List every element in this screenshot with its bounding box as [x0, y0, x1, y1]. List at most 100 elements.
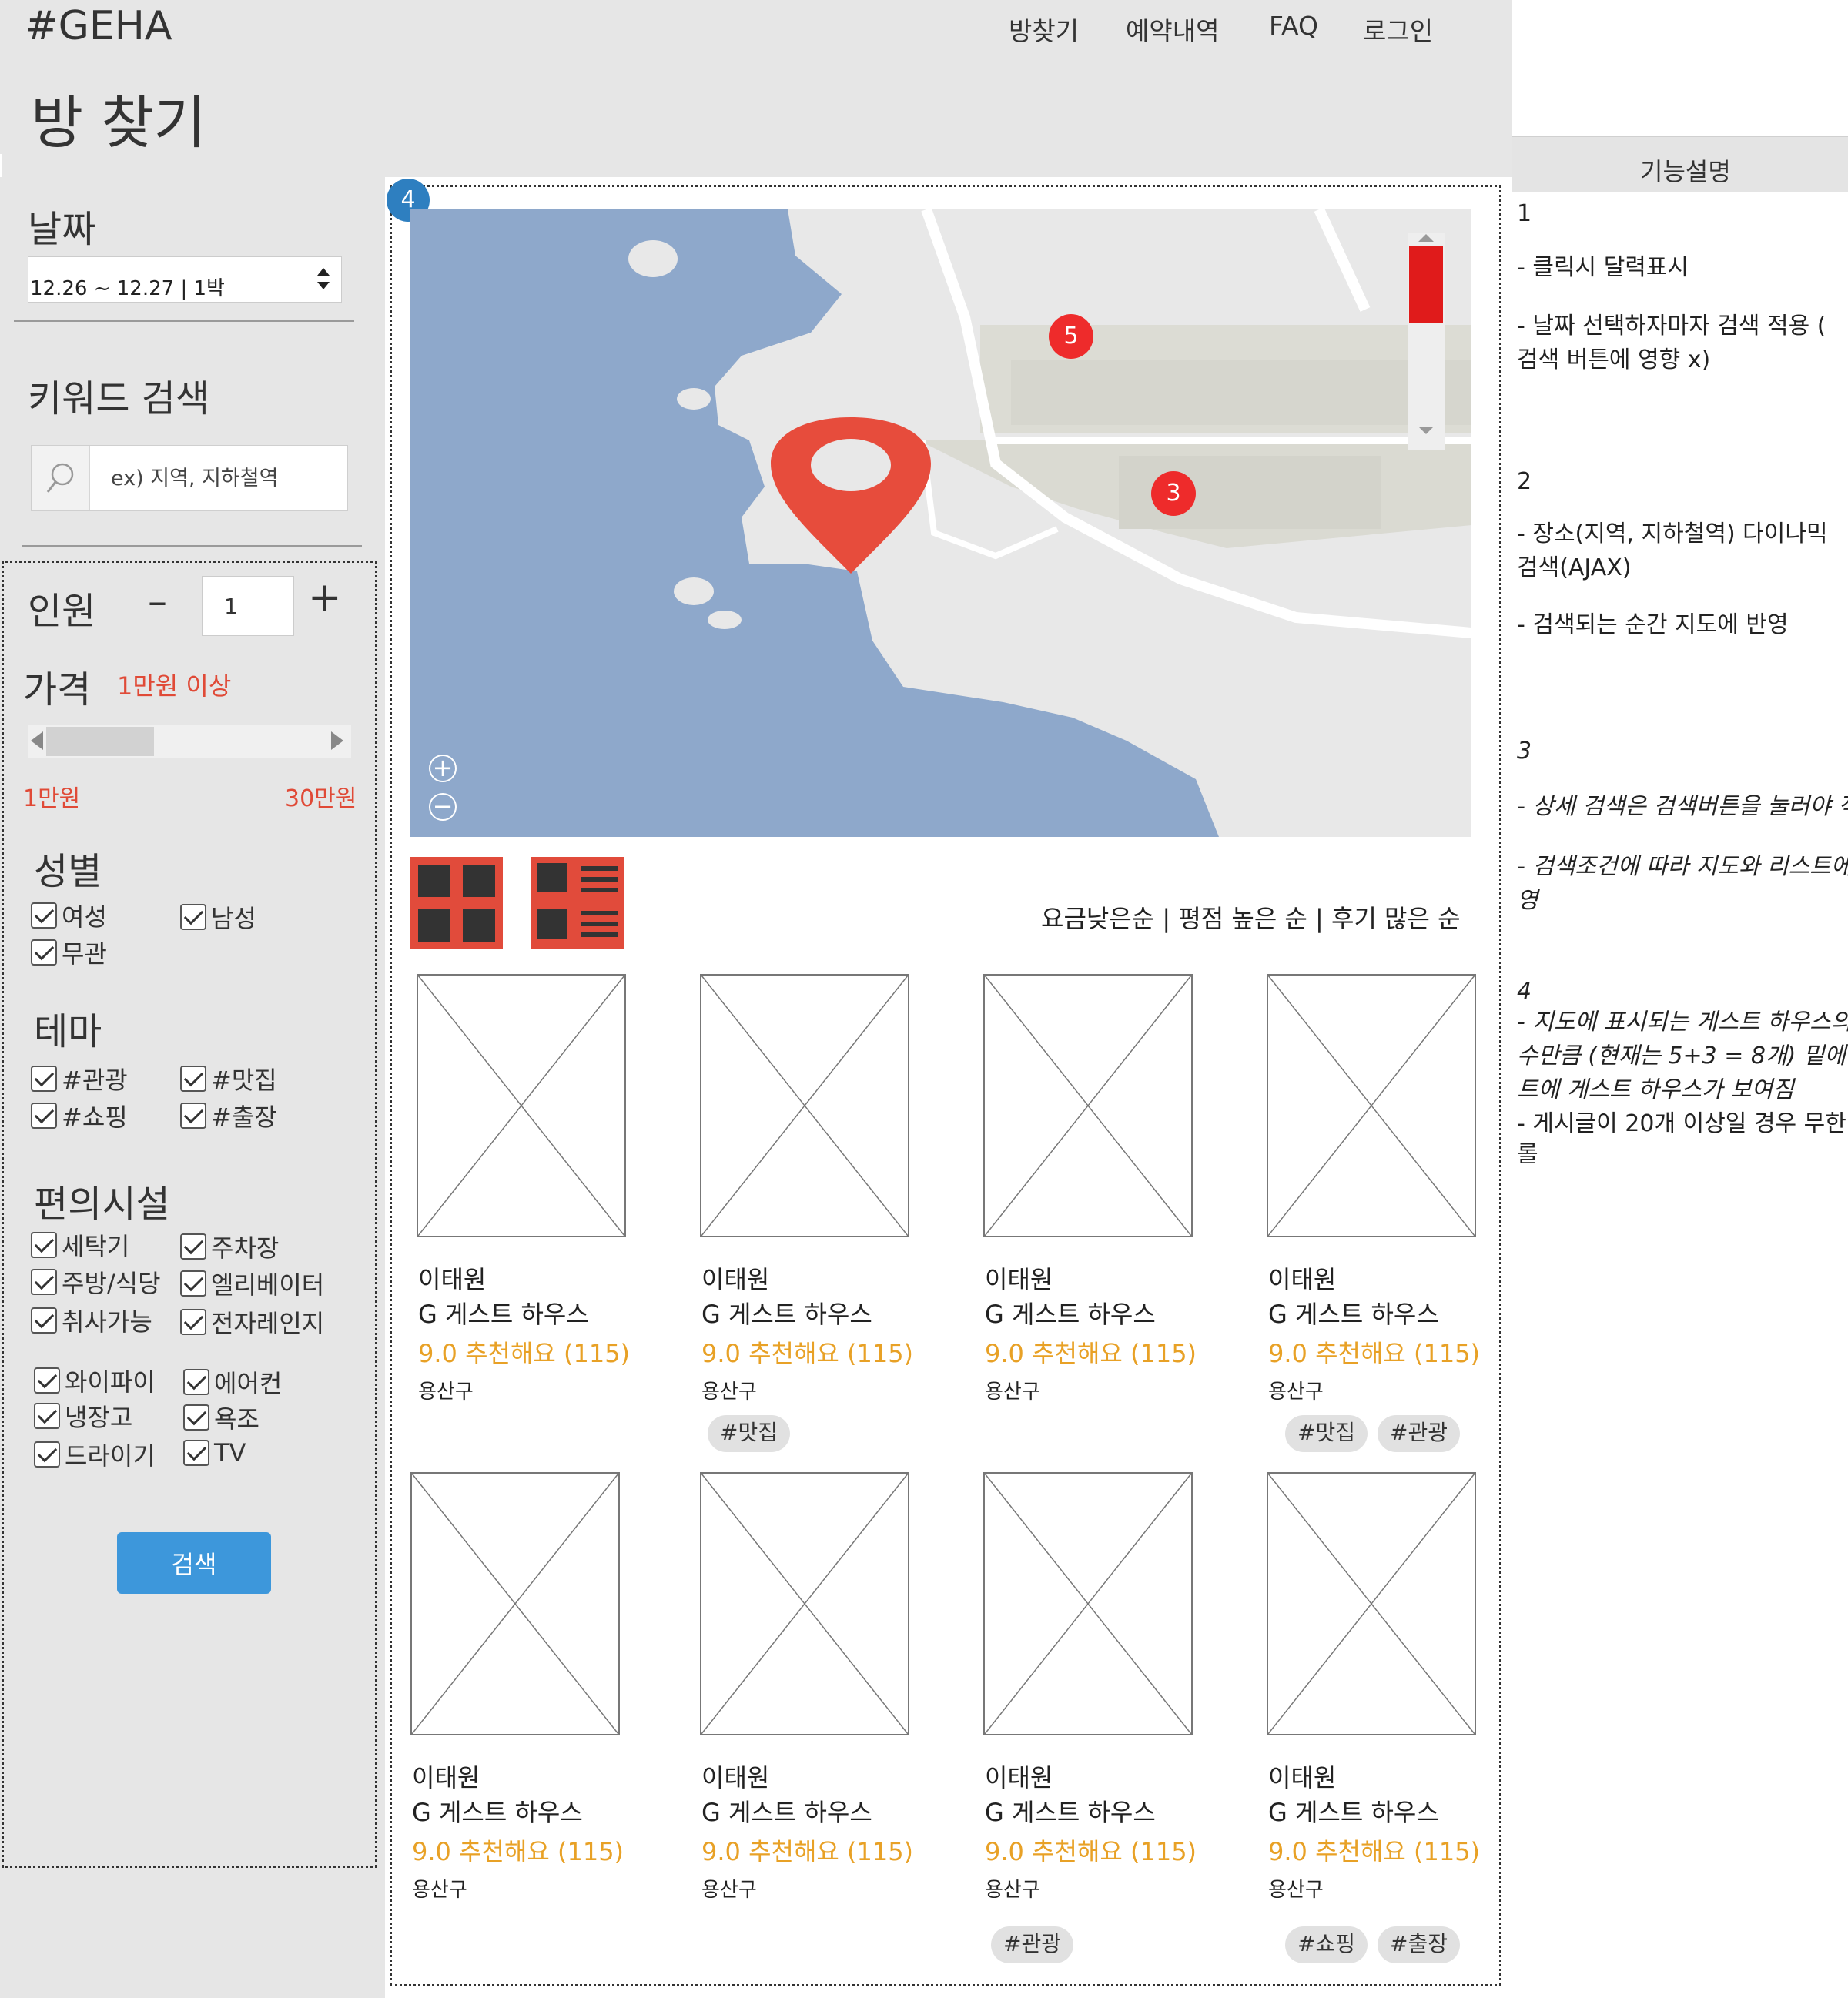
- checkbox-checked[interactable]: [180, 1103, 206, 1129]
- image-placeholder-icon[interactable]: [1267, 1472, 1476, 1735]
- theme-tour-checkbox[interactable]: #관광: [31, 1061, 128, 1096]
- checkbox-checked[interactable]: [31, 1232, 57, 1258]
- checkbox-checked[interactable]: [31, 1103, 57, 1129]
- sort-reviews-most[interactable]: 후기 많은 순: [1331, 904, 1461, 933]
- checkbox-checked[interactable]: [180, 904, 206, 930]
- gender-male-checkbox[interactable]: 남성: [180, 899, 256, 935]
- checkbox-label: 남성: [211, 904, 256, 933]
- list-line: [581, 932, 618, 937]
- card-area: 이태원: [418, 1265, 487, 1294]
- card-rating: 9.0 추천해요 (115): [701, 1837, 914, 1866]
- theme-food-checkbox[interactable]: #맛집: [180, 1061, 277, 1096]
- placeholder-cross: [701, 1473, 909, 1735]
- card-tag[interactable]: #쇼핑: [1285, 1926, 1368, 1963]
- checkbox-checked[interactable]: [34, 1367, 60, 1394]
- theme-shopping-checkbox[interactable]: #쇼핑: [31, 1098, 128, 1133]
- checkbox-checked[interactable]: [180, 1309, 206, 1335]
- checkbox-checked[interactable]: [183, 1404, 209, 1431]
- sort-rating-high[interactable]: 평점 높은 순: [1178, 904, 1307, 933]
- checkbox-label: #쇼핑: [62, 1103, 128, 1132]
- logo[interactable]: #GEHA: [25, 3, 172, 49]
- note-line: - 날짜 선택하자마자 검색 적용 (: [1517, 313, 1826, 340]
- guests-increase-button[interactable]: +: [308, 574, 342, 621]
- checkbox-checked[interactable]: [31, 939, 57, 966]
- card-tag[interactable]: #관광: [1378, 1415, 1460, 1452]
- checkbox-checked[interactable]: [31, 902, 57, 929]
- nav-login[interactable]: 로그인: [1363, 11, 1433, 48]
- guests-decrease-button[interactable]: –: [148, 579, 167, 624]
- image-placeholder-icon[interactable]: [410, 1472, 620, 1735]
- image-placeholder-icon[interactable]: [417, 974, 626, 1237]
- list-line: [581, 866, 618, 871]
- image-placeholder-icon[interactable]: [700, 974, 909, 1237]
- amenity-dryer-checkbox[interactable]: 드라이기: [34, 1437, 156, 1472]
- list-view-icon[interactable]: [531, 857, 624, 949]
- checkbox-checked[interactable]: [183, 1440, 209, 1466]
- amenity-parking-checkbox[interactable]: 주차장: [180, 1229, 279, 1264]
- price-max-label: 30만원: [285, 785, 357, 812]
- amenity-wifi-checkbox[interactable]: 와이파이: [34, 1363, 156, 1398]
- note-line: 검색(AJAX): [1517, 554, 1632, 581]
- checkbox-label: 취사가능: [62, 1307, 152, 1337]
- date-select[interactable]: 12.26 ~ 12.27 | 1박: [28, 256, 342, 303]
- nav-reservations[interactable]: 예약내역: [1126, 11, 1219, 48]
- price-selected-label: 1만원 이상: [117, 671, 232, 701]
- checkbox-checked[interactable]: [180, 1066, 206, 1092]
- note-line: 수만큼 (현재는 5+3 = 8개) 밑에 리스: [1517, 1043, 1848, 1069]
- image-placeholder-icon[interactable]: [700, 1472, 909, 1735]
- nav-faq[interactable]: FAQ: [1269, 11, 1318, 41]
- card-tag[interactable]: #출장: [1378, 1926, 1460, 1963]
- image-placeholder-icon[interactable]: [1267, 974, 1476, 1237]
- grid-view-icon[interactable]: [410, 857, 503, 949]
- map-pin[interactable]: 5: [1049, 314, 1093, 359]
- amenity-cooking-checkbox[interactable]: 취사가능: [31, 1303, 152, 1338]
- checkbox-checked[interactable]: [34, 1403, 60, 1429]
- checkbox-label: #맛집: [211, 1066, 277, 1095]
- amenity-kitchen-checkbox[interactable]: 주방/식당: [31, 1264, 161, 1300]
- checkbox-checked[interactable]: [34, 1441, 60, 1468]
- amenity-bathtub-checkbox[interactable]: 욕조: [183, 1400, 259, 1435]
- amenity-fridge-checkbox[interactable]: 냉장고: [34, 1398, 132, 1434]
- map-pin[interactable]: 3: [1151, 471, 1196, 516]
- checkbox-checked[interactable]: [180, 1233, 206, 1260]
- keyword-search-input[interactable]: [91, 447, 345, 510]
- image-placeholder-icon[interactable]: [983, 1472, 1193, 1735]
- card-tag[interactable]: #맛집: [708, 1415, 790, 1452]
- card-tag[interactable]: #관광: [991, 1926, 1073, 1963]
- checkbox-checked[interactable]: [183, 1369, 209, 1395]
- list-line: [581, 877, 618, 882]
- price-slider-thumb[interactable]: [46, 727, 154, 756]
- list-cell: [537, 863, 567, 892]
- gender-any-checkbox[interactable]: 무관: [31, 935, 107, 970]
- theme-business-checkbox[interactable]: #출장: [180, 1098, 277, 1133]
- checkbox-checked[interactable]: [180, 1270, 206, 1297]
- nav-find-room[interactable]: 방찾기: [1009, 11, 1079, 48]
- amenity-elevator-checkbox[interactable]: 엘리베이터: [180, 1266, 324, 1301]
- amenity-tv-checkbox[interactable]: TV: [183, 1438, 246, 1468]
- price-min-label: 1만원: [23, 785, 81, 812]
- map[interactable]: 5 3 + −: [410, 209, 1471, 837]
- search-button[interactable]: 검색: [117, 1532, 271, 1594]
- amenity-aircon-checkbox[interactable]: 에어컨: [183, 1364, 282, 1400]
- side-panel-title: 기능설명: [1640, 157, 1731, 186]
- checkbox-checked[interactable]: [31, 1269, 57, 1295]
- guests-input[interactable]: [202, 576, 294, 636]
- placeholder-cross: [1267, 975, 1475, 1237]
- placeholder-cross: [417, 975, 625, 1237]
- grid-cell: [463, 865, 495, 897]
- zoom-in-button[interactable]: +: [429, 755, 457, 782]
- checkbox-checked[interactable]: [31, 1066, 57, 1092]
- gender-female-checkbox[interactable]: 여성: [31, 898, 107, 933]
- slider-right-arrow-icon[interactable]: [331, 731, 343, 750]
- map-canvas[interactable]: [410, 209, 1471, 837]
- image-placeholder-icon[interactable]: [983, 974, 1193, 1237]
- note-line: - 게시글이 20개 이상일 경우 무한 스크: [1517, 1110, 1848, 1137]
- note-line: - 장소(지역, 지하철역) 다이나믹: [1517, 520, 1828, 547]
- card-tag[interactable]: #맛집: [1285, 1415, 1368, 1452]
- amenity-microwave-checkbox[interactable]: 전자레인지: [180, 1304, 324, 1340]
- slider-left-arrow-icon[interactable]: [31, 731, 43, 750]
- amenity-washer-checkbox[interactable]: 세탁기: [31, 1227, 129, 1263]
- checkbox-checked[interactable]: [31, 1307, 57, 1334]
- zoom-out-button[interactable]: −: [429, 793, 457, 821]
- sort-price-low[interactable]: 요금낮은순: [1041, 904, 1154, 933]
